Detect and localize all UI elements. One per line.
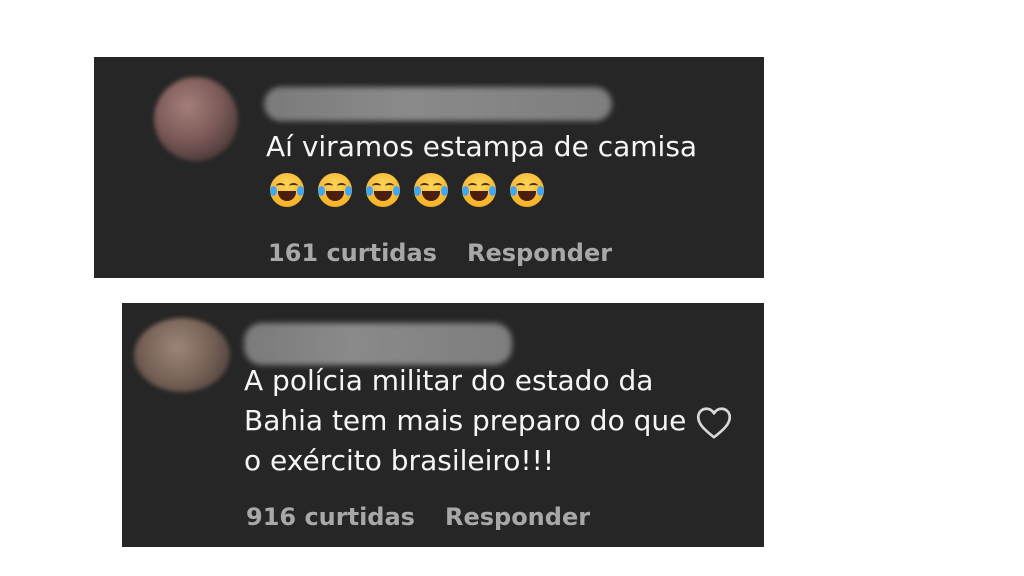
emoji-row [270, 173, 544, 207]
avatar[interactable] [134, 318, 230, 392]
avatar[interactable] [154, 77, 238, 161]
reply-button[interactable]: Responder [467, 239, 612, 267]
likes-count-link[interactable]: 161 curtidas [268, 239, 437, 267]
comment-meta: 161 curtidas Responder [268, 239, 612, 267]
username-blurred[interactable] [244, 323, 512, 365]
tears-of-joy-emoji-icon [366, 173, 400, 207]
tears-of-joy-emoji-icon [462, 173, 496, 207]
comment-meta: 916 curtidas Responder [246, 503, 590, 531]
tears-of-joy-emoji-icon [270, 173, 304, 207]
reply-button[interactable]: Responder [445, 503, 590, 531]
comment-card: A polícia militar do estado da Bahia tem… [122, 303, 764, 547]
tears-of-joy-emoji-icon [510, 173, 544, 207]
likes-count-link[interactable]: 916 curtidas [246, 503, 415, 531]
comment-text: A polícia militar do estado da Bahia tem… [244, 364, 687, 477]
comment-card: Aí viramos estampa de camisa 161 curtida… [94, 57, 764, 278]
tears-of-joy-emoji-icon [414, 173, 448, 207]
heart-icon[interactable] [696, 406, 732, 440]
comment-text: Aí viramos estampa de camisa [266, 130, 698, 163]
username-blurred[interactable] [264, 87, 612, 121]
tears-of-joy-emoji-icon [318, 173, 352, 207]
